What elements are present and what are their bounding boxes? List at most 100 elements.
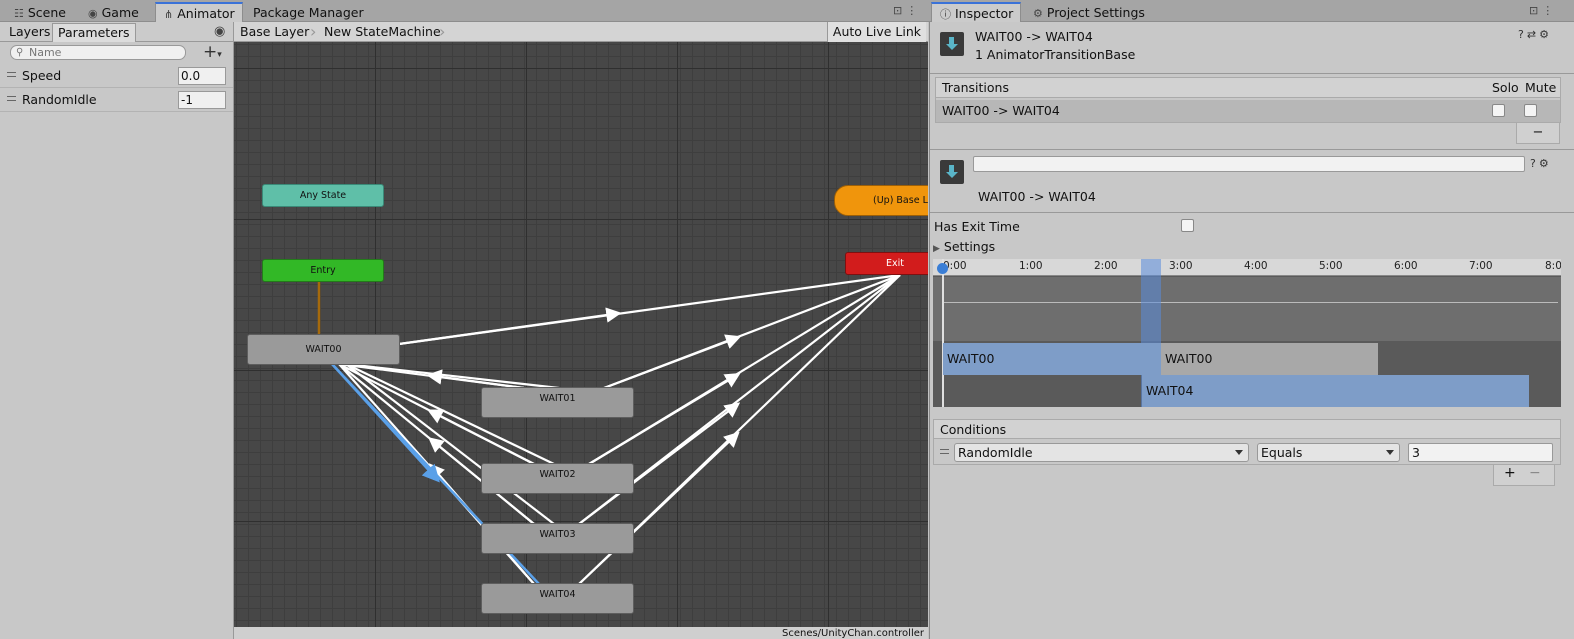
state-node-wait03[interactable]: WAIT03 [481, 523, 634, 554]
destination-clip-bar[interactable]: WAIT04 [1142, 375, 1529, 407]
right-tabbar: ⓘ Inspector ⚙ Project Settings ⊡⋮ [929, 0, 1574, 23]
gear-icon[interactable]: ⚙ [1539, 157, 1552, 170]
condition-mode-select[interactable]: Equals [1257, 443, 1400, 462]
transition-detail-header: ?⚙ WAIT00 -> WAIT04 [930, 149, 1574, 213]
tab-project-settings-label: Project Settings [1046, 5, 1145, 20]
remove-transition-button[interactable]: − [1516, 123, 1560, 144]
add-parameter-button[interactable]: +▾ [203, 42, 222, 62]
inspector-header: WAIT00 -> WAIT04 1 AnimatorTransitionBas… [930, 22, 1574, 74]
parameter-name: RandomIdle [22, 92, 97, 107]
tab-inspector-label: Inspector [955, 6, 1014, 21]
kebab-menu-icon[interactable]: ⋮ [906, 4, 921, 17]
tab-package-manager-label: Package Manager [253, 5, 364, 20]
lock-icon[interactable]: ⊡ [1529, 4, 1542, 17]
breadcrumb-item[interactable]: Base Layer [240, 24, 309, 39]
info-icon: ⓘ [940, 8, 951, 21]
remove-condition-button[interactable]: − [1529, 465, 1541, 481]
condition-add-remove: + − [1493, 465, 1555, 486]
header-icons: ?⚙ [1530, 157, 1552, 170]
source-clip-repeat-bar: WAIT00 [1161, 343, 1378, 375]
up-base-layer-node[interactable]: (Up) Base Layer [834, 185, 928, 216]
animator-icon: ⋔ [164, 8, 174, 21]
drag-handle-icon[interactable] [940, 449, 949, 454]
condition-value-input[interactable]: 3 [1408, 443, 1553, 462]
condition-parameter-value: RandomIdle [958, 445, 1033, 460]
tab-project-settings[interactable]: ⚙ Project Settings [1025, 3, 1153, 22]
breadcrumb-separator-icon: › [439, 22, 446, 41]
tab-inspector[interactable]: ⓘ Inspector [931, 2, 1021, 23]
timeline-tick: 4:00 [1244, 260, 1268, 272]
controller-path: Scenes/UnityChan.controller [234, 627, 928, 639]
timeline-ruler: 0:00 1:00 2:00 3:00 4:00 5:00 6:00 7:00 … [933, 259, 1561, 276]
tab-layers[interactable]: Layers [4, 23, 55, 42]
parameter-row[interactable]: Speed 0.0 [0, 64, 233, 88]
conditions-header-label: Conditions [940, 422, 1007, 437]
has-exit-time-label: Has Exit Time [934, 219, 1020, 234]
transition-timeline[interactable]: 0:00 1:00 2:00 3:00 4:00 5:00 6:00 7:00 … [933, 259, 1561, 407]
foldout-arrow-icon: ▶ [933, 244, 940, 254]
parameter-value-field[interactable]: -1 [178, 91, 226, 109]
gear-icon[interactable]: ⚙ [1539, 28, 1552, 41]
parameter-search-input[interactable]: ⚲ Name [10, 45, 186, 60]
presets-icon[interactable]: ⇄ [1527, 28, 1539, 41]
transition-row-label: WAIT00 -> WAIT04 [942, 103, 1060, 118]
source-clip-bar[interactable]: WAIT00 [943, 343, 1161, 375]
state-node-wait00[interactable]: WAIT00 [247, 334, 400, 365]
state-machine-graph[interactable]: Any State Entry (Up) Base Layer Exit WAI… [234, 42, 928, 627]
tab-package-manager[interactable]: Package Manager [245, 3, 372, 22]
condition-row[interactable]: RandomIdle Equals 3 [934, 441, 1560, 464]
left-tabbar: ☷ Scene ◉ Game ⋔ Animator Package Manager ⊡… [0, 0, 929, 23]
solo-checkbox[interactable] [1492, 104, 1505, 117]
state-node-wait02[interactable]: WAIT02 [481, 463, 634, 494]
transition-row[interactable]: WAIT00 -> WAIT04 [936, 100, 1560, 122]
has-exit-time-checkbox[interactable] [1181, 219, 1194, 232]
timeline-start-marker[interactable] [942, 259, 944, 407]
parameter-row[interactable]: RandomIdle -1 [0, 88, 233, 112]
inspector-title: WAIT00 -> WAIT04 [975, 29, 1093, 44]
breadcrumb: Base Layer › New StateMachine › Auto Liv… [234, 22, 928, 42]
entry-node[interactable]: Entry [262, 259, 384, 282]
transition-icon [940, 32, 964, 56]
breadcrumb-item[interactable]: New StateMachine [324, 24, 441, 39]
exit-node[interactable]: Exit [845, 252, 928, 275]
layers-params-tabs: Layers Parameters ◉ [0, 22, 233, 42]
timeline-tick: 2:00 [1094, 260, 1118, 272]
gamepad-icon: ◉ [88, 7, 98, 20]
tab-animator-label: Animator [177, 6, 235, 21]
auto-live-link-button[interactable]: Auto Live Link [826, 22, 926, 42]
state-node-wait04[interactable]: WAIT04 [481, 583, 634, 614]
parameter-value-field[interactable]: 0.0 [178, 67, 226, 85]
tab-scene[interactable]: ☷ Scene [6, 3, 74, 22]
condition-mode-value: Equals [1261, 445, 1303, 460]
help-icon[interactable]: ? [1530, 157, 1539, 170]
condition-parameter-select[interactable]: RandomIdle [954, 443, 1249, 462]
lock-icon[interactable]: ⊡ [893, 4, 906, 17]
timeline-curve [943, 302, 1558, 303]
any-state-node[interactable]: Any State [262, 184, 384, 207]
kebab-menu-icon[interactable]: ⋮ [1542, 4, 1557, 17]
inspector-panel: WAIT00 -> WAIT04 1 AnimatorTransitionBas… [929, 22, 1574, 639]
state-node-wait01[interactable]: WAIT01 [481, 387, 634, 418]
inspector-subtitle: 1 AnimatorTransitionBase [975, 47, 1136, 62]
settings-foldout[interactable]: ▶ Settings [933, 239, 995, 254]
tab-parameters[interactable]: Parameters [52, 23, 136, 42]
playhead-icon[interactable] [937, 263, 948, 274]
add-condition-button[interactable]: + [1504, 465, 1516, 481]
transition-name-input[interactable] [973, 156, 1525, 172]
timeline-tick: 6:00 [1394, 260, 1418, 272]
chevron-down-icon [1235, 450, 1243, 455]
solo-label: Solo [1492, 80, 1519, 95]
tab-animator[interactable]: ⋔ Animator [155, 2, 243, 23]
tab-game-label: Game [101, 5, 139, 20]
parameters-panel: Layers Parameters ◉ ⚲ Name +▾ Speed 0.0 … [0, 22, 234, 639]
mute-label: Mute [1525, 80, 1557, 95]
drag-handle-icon[interactable] [7, 96, 16, 101]
drag-handle-icon[interactable] [7, 72, 16, 77]
help-icon[interactable]: ? [1518, 28, 1527, 41]
timeline-tick: 5:00 [1319, 260, 1343, 272]
gear-icon: ⚙ [1033, 7, 1043, 20]
eye-icon[interactable]: ◉ [214, 24, 225, 39]
up-base-layer-label: (Up) Base Layer [873, 195, 928, 206]
mute-checkbox[interactable] [1524, 104, 1537, 117]
tab-game[interactable]: ◉ Game [80, 3, 147, 22]
